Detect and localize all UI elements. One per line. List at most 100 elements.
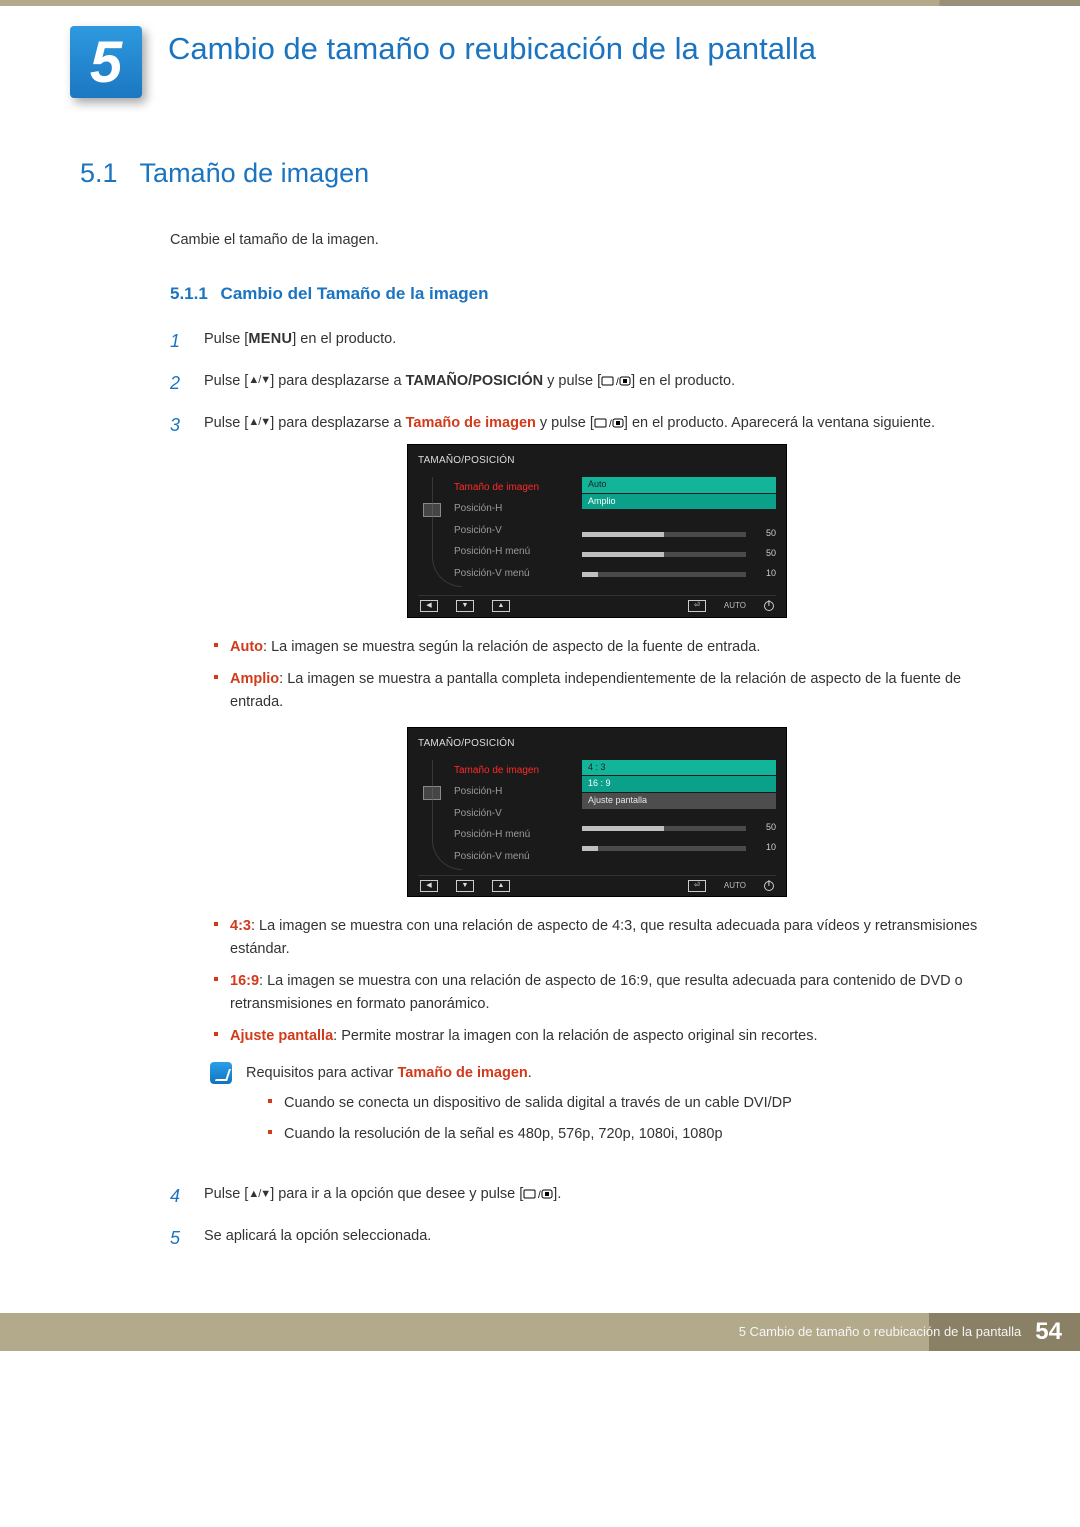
osd-menu-item: Posición-H menú xyxy=(454,824,574,846)
note-icon xyxy=(210,1062,232,1084)
section-header: 5.1 Tamaño de imagen xyxy=(80,158,1010,189)
step-4: 4 Pulse [▲/▼] para ir a la opción que de… xyxy=(170,1183,990,1211)
page-number: 54 xyxy=(1035,1318,1062,1346)
desc: : La imagen se muestra a pantalla comple… xyxy=(230,671,961,709)
osd-category-icon xyxy=(423,786,441,800)
step-number: 4 xyxy=(170,1183,188,1211)
osd-menu-item: Posición-H xyxy=(454,781,574,803)
option-bullets-2: 4:3 : La imagen se muestra con una relaci… xyxy=(210,915,990,1047)
osd-menu-item: Posición-V menú xyxy=(454,563,574,585)
osd-option: Ajuste pantalla xyxy=(582,793,776,809)
osd-footer: ◀ ▼ ▲ ⏎ AUTO xyxy=(418,595,776,614)
svg-text:/: / xyxy=(538,1190,541,1200)
step-1: 1 Pulse [MENU] en el producto. xyxy=(170,328,990,356)
up-key-icon: ▲ xyxy=(492,880,510,892)
term: 16:9 xyxy=(230,973,259,989)
up-down-icon: ▲/▼ xyxy=(248,1186,270,1203)
subsection-header: 5.1.1 Cambio del Tamaño de la imagen xyxy=(170,281,990,307)
chapter-header: 5 Cambio de tamaño o reubicación de la p… xyxy=(70,26,1010,98)
text: ] en el producto. Aparecerá la ventana s… xyxy=(624,415,935,431)
osd-menu-item: Tamaño de imagen xyxy=(454,477,574,499)
down-key-icon: ▼ xyxy=(456,880,474,892)
left-key-icon: ◀ xyxy=(420,880,438,892)
text: ]. xyxy=(553,1186,561,1202)
section-number: 5.1 xyxy=(80,158,118,189)
body: Cambie el tamaño de la imagen. 5.1.1 Cam… xyxy=(170,229,990,1253)
bullet: Auto: La imagen se muestra según la rela… xyxy=(210,636,990,658)
desc: : La imagen se muestra según la relación… xyxy=(263,639,760,655)
section-title: Tamaño de imagen xyxy=(140,158,370,189)
power-icon xyxy=(764,881,774,891)
text: Pulse [ xyxy=(204,331,248,347)
osd-title: TAMAÑO/POSICIÓN xyxy=(418,736,776,752)
note-item: Cuando se conecta un dispositivo de sali… xyxy=(264,1092,990,1114)
step-number: 3 xyxy=(170,412,188,1170)
desc: : La imagen se muestra con una relación … xyxy=(230,973,963,1011)
slider-value: 10 xyxy=(754,841,776,855)
term: Ajuste pantalla xyxy=(230,1028,333,1044)
text: Pulse [ xyxy=(204,373,248,389)
option-bullets-1: Auto: La imagen se muestra según la rela… xyxy=(210,636,990,713)
osd-slider: 10 xyxy=(582,841,776,855)
note-term: Tamaño de imagen xyxy=(398,1065,528,1081)
slider-value: 10 xyxy=(754,567,776,581)
step-3: 3 Pulse [▲/▼] para desplazarse a Tamaño … xyxy=(170,412,990,1170)
subsection-title: Cambio del Tamaño de la imagen xyxy=(221,284,489,303)
text: y pulse [ xyxy=(536,415,594,431)
osd-menu-item: Posición-H xyxy=(454,498,574,520)
osd-slider: 50 xyxy=(582,547,776,561)
osd-option-selected: 4 : 3 xyxy=(582,760,776,776)
osd-title: TAMAÑO/POSICIÓN xyxy=(418,453,776,469)
term: Auto xyxy=(230,639,263,655)
text: y pulse [ xyxy=(543,373,601,389)
note-lead-end: . xyxy=(528,1065,532,1081)
bullet: Amplio: La imagen se muestra a pantalla … xyxy=(210,668,990,713)
note-sublist: Cuando se conecta un dispositivo de sali… xyxy=(264,1092,990,1145)
page-footer: 5 Cambio de tamaño o reubicación de la p… xyxy=(0,1313,1080,1351)
step-5: 5 Se aplicará la opción seleccionada. xyxy=(170,1225,990,1253)
auto-label: AUTO xyxy=(724,880,746,892)
slider-value: 50 xyxy=(754,527,776,541)
bullet: Ajuste pantalla: Permite mostrar la imag… xyxy=(210,1025,990,1047)
osd-slider: 50 xyxy=(582,821,776,835)
bullet: 4:3: La imagen se muestra con una relaci… xyxy=(210,915,990,960)
osd-menu-item: Posición-V xyxy=(454,803,574,825)
intro-paragraph: Cambie el tamaño de la imagen. xyxy=(170,229,990,251)
text: Se aplicará la opción seleccionada. xyxy=(204,1225,990,1253)
osd-menu-item: Tamaño de imagen xyxy=(454,760,574,782)
osd-slider: 50 xyxy=(582,527,776,541)
slider-value: 50 xyxy=(754,821,776,835)
footer-text: 5 Cambio de tamaño o reubicación de la p… xyxy=(739,1324,1022,1339)
nav-target: Tamaño de imagen xyxy=(406,415,536,431)
text: ] en el producto. xyxy=(631,373,735,389)
up-down-icon: ▲/▼ xyxy=(248,372,270,389)
step-number: 1 xyxy=(170,328,188,356)
osd-footer: ◀ ▼ ▲ ⏎ AUTO xyxy=(418,875,776,894)
text: ] para desplazarse a xyxy=(270,373,405,389)
nav-target: TAMAÑO/POSICIÓN xyxy=(406,373,543,389)
term: 4:3 xyxy=(230,918,251,934)
osd-option-selected: Auto xyxy=(582,477,776,493)
osd-values: Auto Amplio 50 50 10 xyxy=(582,475,776,588)
select-source-icon: / xyxy=(523,1188,553,1200)
text: ] para ir a la opción que desee y pulse … xyxy=(270,1186,523,1202)
osd-category-icon xyxy=(423,503,441,517)
osd-menu-item: Posición-V menú xyxy=(454,846,574,868)
up-down-icon: ▲/▼ xyxy=(248,414,270,431)
bullet: 16:9: La imagen se muestra con una relac… xyxy=(210,970,990,1015)
steps-list: 1 Pulse [MENU] en el producto. 2 Pulse [… xyxy=(170,328,990,1253)
term: Amplio xyxy=(230,671,279,687)
osd-slider: 10 xyxy=(582,567,776,581)
step-2: 2 Pulse [▲/▼] para desplazarse a TAMAÑO/… xyxy=(170,370,990,398)
left-key-icon: ◀ xyxy=(420,600,438,612)
page-content: 5 Cambio de tamaño o reubicación de la p… xyxy=(0,6,1080,1253)
auto-label: AUTO xyxy=(724,600,746,612)
text: Pulse [ xyxy=(204,415,248,431)
enter-key-icon: ⏎ xyxy=(688,600,706,612)
up-key-icon: ▲ xyxy=(492,600,510,612)
select-source-icon: / xyxy=(594,417,624,429)
osd-menu-item: Posición-H menú xyxy=(454,541,574,563)
svg-text:/: / xyxy=(616,377,619,387)
osd-option: 16 : 9 xyxy=(582,776,776,792)
step-number: 5 xyxy=(170,1225,188,1253)
